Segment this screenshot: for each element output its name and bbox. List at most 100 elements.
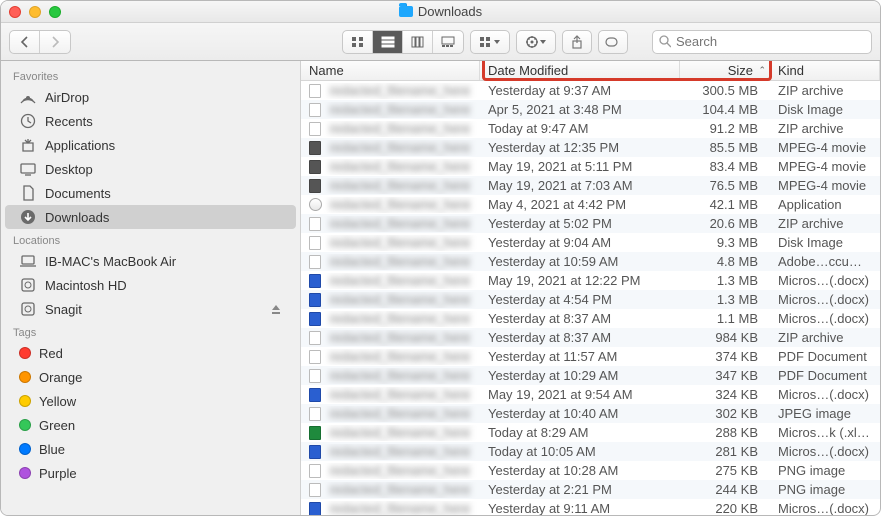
- sidebar-item-macintosh-hd[interactable]: Macintosh HD: [5, 273, 296, 297]
- file-size-cell: 20.6 MB: [680, 216, 770, 231]
- file-date-cell: Yesterday at 12:35 PM: [480, 140, 680, 155]
- file-kind-cell: PNG image: [770, 463, 880, 478]
- file-row[interactable]: redacted_filename_hereToday at 10:05 AM2…: [301, 442, 880, 461]
- file-kind-cell: Disk Image: [770, 235, 880, 250]
- gallery-view-button[interactable]: [433, 31, 463, 53]
- file-name-redacted: redacted_filename_here: [328, 501, 472, 515]
- download-icon: [19, 209, 37, 225]
- file-name-cell: redacted_filename_here: [301, 444, 480, 460]
- search-input[interactable]: [676, 34, 865, 49]
- file-kind-cell: MPEG-4 movie: [770, 178, 880, 193]
- file-date-cell: Today at 10:05 AM: [480, 444, 680, 459]
- file-row[interactable]: redacted_filename_hereYesterday at 9:37 …: [301, 81, 880, 100]
- column-size[interactable]: Size⌃: [680, 61, 770, 80]
- sidebar-item-ib-mac-s-macbook-air[interactable]: IB-MAC's MacBook Air: [5, 249, 296, 273]
- file-row[interactable]: redacted_filename_hereYesterday at 10:59…: [301, 252, 880, 271]
- toolbar: [1, 23, 880, 61]
- file-row[interactable]: redacted_filename_hereApr 5, 2021 at 3:4…: [301, 100, 880, 119]
- file-row[interactable]: redacted_filename_hereYesterday at 10:29…: [301, 366, 880, 385]
- file-row[interactable]: redacted_filename_hereYesterday at 5:02 …: [301, 214, 880, 233]
- file-name-cell: redacted_filename_here: [301, 406, 480, 422]
- sidebar-item-label: Desktop: [45, 162, 93, 177]
- sidebar-item-applications[interactable]: Applications: [5, 133, 296, 157]
- eject-icon[interactable]: [270, 303, 282, 315]
- file-row[interactable]: redacted_filename_hereYesterday at 11:57…: [301, 347, 880, 366]
- tag-dot-icon: [19, 371, 31, 383]
- file-row[interactable]: redacted_filename_hereMay 19, 2021 at 7:…: [301, 176, 880, 195]
- file-row[interactable]: redacted_filename_hereMay 4, 2021 at 4:4…: [301, 195, 880, 214]
- file-row[interactable]: redacted_filename_hereYesterday at 8:37 …: [301, 328, 880, 347]
- list-view-button[interactable]: [373, 31, 403, 53]
- back-button[interactable]: [10, 31, 40, 53]
- file-row[interactable]: redacted_filename_hereMay 19, 2021 at 12…: [301, 271, 880, 290]
- sidebar-item-green[interactable]: Green: [5, 413, 296, 437]
- file-row[interactable]: redacted_filename_hereToday at 9:47 AM91…: [301, 119, 880, 138]
- close-button[interactable]: [9, 6, 21, 18]
- file-row[interactable]: redacted_filename_hereMay 19, 2021 at 5:…: [301, 157, 880, 176]
- sidebar-item-documents[interactable]: Documents: [5, 181, 296, 205]
- sidebar-item-desktop[interactable]: Desktop: [5, 157, 296, 181]
- sidebar-item-orange[interactable]: Orange: [5, 365, 296, 389]
- icon-view-button[interactable]: [343, 31, 373, 53]
- doc-icon: [19, 185, 37, 201]
- file-row[interactable]: redacted_filename_hereYesterday at 10:40…: [301, 404, 880, 423]
- file-date-cell: Yesterday at 9:11 AM: [480, 501, 680, 515]
- sidebar-item-purple[interactable]: Purple: [5, 461, 296, 485]
- file-name-redacted: redacted_filename_here: [328, 121, 472, 136]
- sidebar-item-yellow[interactable]: Yellow: [5, 389, 296, 413]
- file-name-cell: redacted_filename_here: [301, 463, 480, 479]
- file-row[interactable]: redacted_filename_hereYesterday at 12:35…: [301, 138, 880, 157]
- file-name-redacted: redacted_filename_here: [328, 216, 472, 231]
- sidebar-item-label: Applications: [45, 138, 115, 153]
- file-name-redacted: redacted_filename_here: [328, 406, 472, 421]
- forward-button[interactable]: [40, 31, 70, 53]
- file-name-redacted: redacted_filename_here: [328, 463, 472, 478]
- file-icon: [309, 501, 322, 516]
- airdrop-icon: [19, 89, 37, 105]
- file-row[interactable]: redacted_filename_hereToday at 8:29 AM28…: [301, 423, 880, 442]
- file-size-cell: 104.4 MB: [680, 102, 770, 117]
- folder-icon: [399, 6, 413, 17]
- laptop-icon: [19, 253, 37, 269]
- file-kind-cell: Application: [770, 197, 880, 212]
- file-name-redacted: redacted_filename_here: [328, 444, 472, 459]
- file-kind-cell: Micros…(.docx): [770, 311, 880, 326]
- file-row[interactable]: redacted_filename_hereYesterday at 2:21 …: [301, 480, 880, 499]
- column-view-button[interactable]: [403, 31, 433, 53]
- share-button[interactable]: [562, 30, 592, 54]
- sidebar-item-recents[interactable]: Recents: [5, 109, 296, 133]
- file-row[interactable]: redacted_filename_hereYesterday at 10:28…: [301, 461, 880, 480]
- file-name-redacted: redacted_filename_here: [328, 273, 472, 288]
- sidebar-item-snagit[interactable]: Snagit: [5, 297, 296, 321]
- file-row[interactable]: redacted_filename_hereMay 19, 2021 at 9:…: [301, 385, 880, 404]
- file-size-cell: 4.8 MB: [680, 254, 770, 269]
- search-field[interactable]: [652, 30, 872, 54]
- column-kind[interactable]: Kind: [770, 61, 880, 80]
- titlebar: Downloads: [1, 1, 880, 23]
- file-row[interactable]: redacted_filename_hereYesterday at 4:54 …: [301, 290, 880, 309]
- action-button[interactable]: [516, 30, 556, 54]
- file-icon: [309, 140, 322, 156]
- sidebar-item-label: Green: [39, 418, 75, 433]
- sidebar-item-blue[interactable]: Blue: [5, 437, 296, 461]
- file-date-cell: May 19, 2021 at 7:03 AM: [480, 178, 680, 193]
- column-date-modified[interactable]: Date Modified: [480, 61, 680, 80]
- file-row[interactable]: redacted_filename_hereYesterday at 9:04 …: [301, 233, 880, 252]
- body: FavoritesAirDropRecentsApplicationsDeskt…: [1, 61, 880, 515]
- file-name-redacted: redacted_filename_here: [328, 482, 472, 497]
- column-name[interactable]: Name: [301, 61, 480, 80]
- file-date-cell: May 19, 2021 at 9:54 AM: [480, 387, 680, 402]
- file-name-cell: redacted_filename_here: [301, 273, 480, 289]
- sidebar-item-airdrop[interactable]: AirDrop: [5, 85, 296, 109]
- file-name-cell: redacted_filename_here: [301, 254, 480, 270]
- sidebar-item-red[interactable]: Red: [5, 341, 296, 365]
- arrange-button[interactable]: [470, 30, 510, 54]
- file-date-cell: Yesterday at 11:57 AM: [480, 349, 680, 364]
- sidebar-item-downloads[interactable]: Downloads: [5, 205, 296, 229]
- maximize-button[interactable]: [49, 6, 61, 18]
- file-row[interactable]: redacted_filename_hereYesterday at 8:37 …: [301, 309, 880, 328]
- sort-indicator-icon: ⌃: [758, 65, 766, 76]
- file-row[interactable]: redacted_filename_here Yesterday at 9:11 …: [301, 499, 880, 515]
- minimize-button[interactable]: [29, 6, 41, 18]
- tags-button[interactable]: [598, 30, 628, 54]
